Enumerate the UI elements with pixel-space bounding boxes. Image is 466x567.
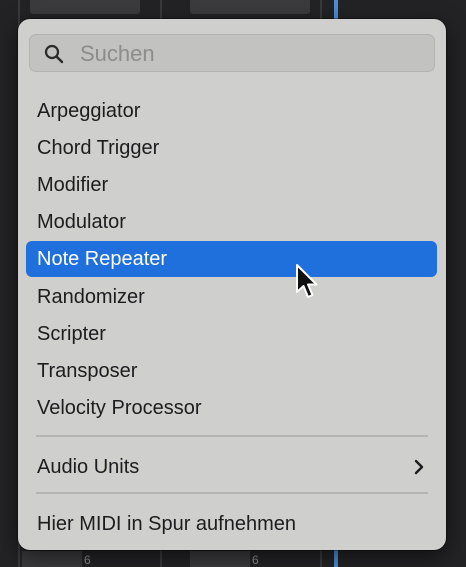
menu-separator bbox=[36, 435, 428, 437]
background-scale-label: 6 bbox=[252, 553, 259, 567]
background-fader bbox=[190, 551, 250, 567]
menu-item-modulator[interactable]: Modulator bbox=[26, 204, 437, 240]
menu-item-note-repeater[interactable]: Note Repeater bbox=[26, 241, 437, 277]
menu-item-velocity-processor[interactable]: Velocity Processor bbox=[26, 390, 437, 426]
background-fader bbox=[22, 551, 82, 567]
menu-item-audio-units[interactable]: Audio Units bbox=[26, 449, 437, 485]
background-track-header bbox=[30, 0, 140, 14]
mouse-pointer-icon bbox=[296, 264, 318, 298]
search-icon bbox=[44, 44, 64, 64]
search-input[interactable] bbox=[78, 37, 422, 71]
menu-item-modifier[interactable]: Modifier bbox=[26, 167, 437, 203]
background-track-header bbox=[190, 0, 310, 14]
background-scale-label: 6 bbox=[84, 553, 91, 567]
menu-item-scripter[interactable]: Scripter bbox=[26, 316, 437, 352]
midi-plugin-menu: Arpeggiator Chord Trigger Modifier Modul… bbox=[18, 19, 446, 550]
menu-item-label: Audio Units bbox=[37, 456, 140, 478]
menu-item-transposer[interactable]: Transposer bbox=[26, 353, 437, 389]
search-field[interactable] bbox=[29, 34, 435, 72]
menu-item-randomizer[interactable]: Randomizer bbox=[26, 279, 437, 315]
menu-item-record-midi-to-track[interactable]: Hier MIDI in Spur aufnehmen bbox=[26, 506, 437, 542]
menu-item-chord-trigger[interactable]: Chord Trigger bbox=[26, 130, 437, 166]
menu-separator bbox=[36, 492, 428, 494]
chevron-right-icon bbox=[414, 459, 424, 475]
menu-item-arpeggiator[interactable]: Arpeggiator bbox=[26, 93, 437, 129]
